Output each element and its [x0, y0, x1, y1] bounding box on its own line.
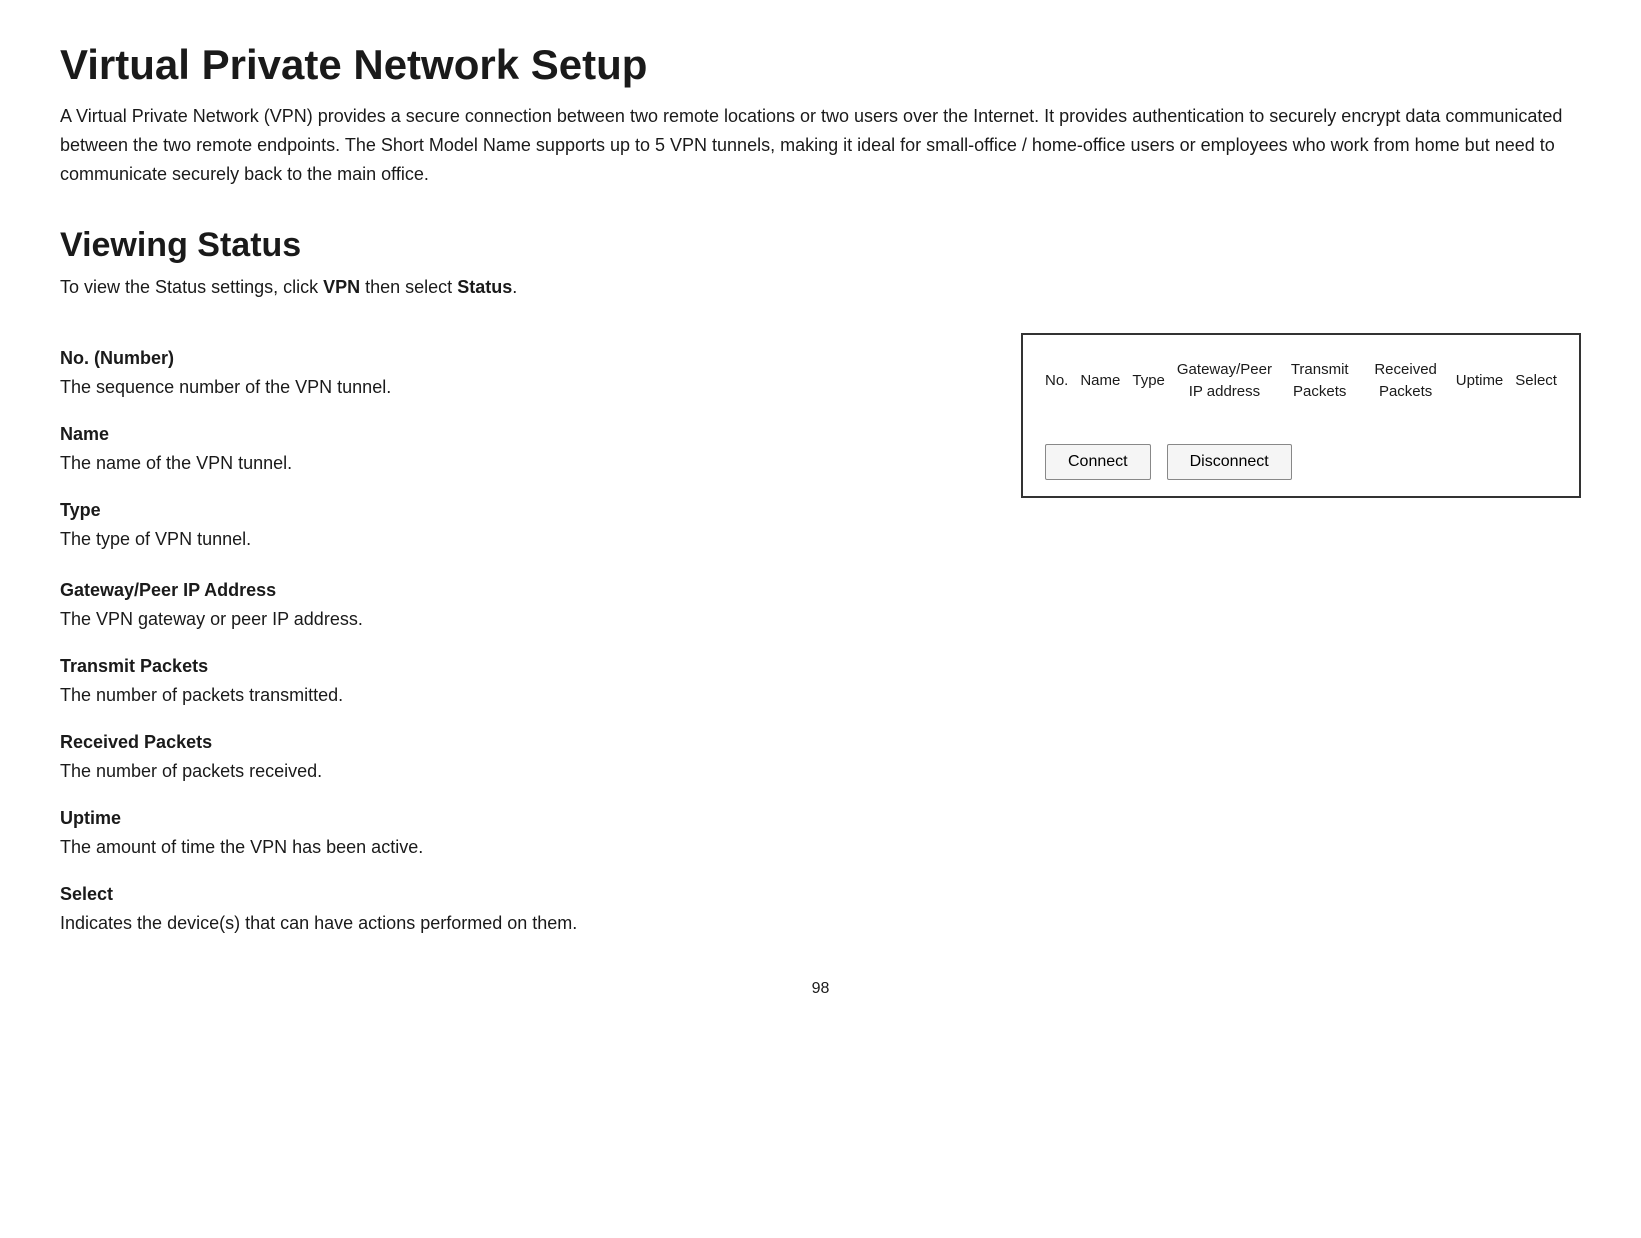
- col-uptime: Uptime: [1450, 351, 1510, 412]
- field-received-desc: The number of packets received.: [60, 758, 1581, 785]
- col-name: Name: [1074, 351, 1126, 412]
- intro-suffix-text: .: [512, 277, 517, 297]
- left-content: No. (Number) The sequence number of the …: [60, 325, 981, 557]
- table-empty-row: [1039, 412, 1563, 432]
- field-received-title: Received Packets: [60, 729, 1581, 756]
- vpn-bold: VPN: [323, 277, 360, 297]
- field-uptime-desc: The amount of time the VPN has been acti…: [60, 834, 1581, 861]
- field-select-title: Select: [60, 881, 1581, 908]
- intro-middle-text: then select: [360, 277, 457, 297]
- table-header-row: No. Name Type Gateway/PeerIP address Tra…: [1039, 351, 1563, 412]
- table-buttons-row: Connect Disconnect: [1039, 444, 1563, 480]
- remaining-fields: Gateway/Peer IP Address The VPN gateway …: [60, 577, 1581, 937]
- status-bold: Status: [457, 277, 512, 297]
- col-received: Received Packets: [1361, 351, 1449, 412]
- right-table-section: No. Name Type Gateway/PeerIP address Tra…: [1021, 325, 1581, 498]
- field-select-desc: Indicates the device(s) that can have ac…: [60, 910, 1581, 937]
- field-gateway-peer-title: Gateway/Peer IP Address: [60, 577, 1581, 604]
- intro-prefix-text: To view the Status settings, click: [60, 277, 323, 297]
- col-select: Select: [1509, 351, 1563, 412]
- disconnect-button[interactable]: Disconnect: [1167, 444, 1292, 480]
- viewing-status-intro: To view the Status settings, click VPN t…: [60, 274, 1581, 301]
- field-no-number-desc: The sequence number of the VPN tunnel.: [60, 374, 981, 401]
- field-type: Type The type of VPN tunnel.: [60, 497, 981, 553]
- connect-button[interactable]: Connect: [1045, 444, 1151, 480]
- col-type: Type: [1126, 351, 1171, 412]
- field-type-title: Type: [60, 497, 981, 524]
- field-transmit-title: Transmit Packets: [60, 653, 1581, 680]
- vpn-table-container: No. Name Type Gateway/PeerIP address Tra…: [1021, 333, 1581, 498]
- field-no-number-title: No. (Number): [60, 345, 981, 372]
- intro-paragraph: A Virtual Private Network (VPN) provides…: [60, 102, 1581, 188]
- field-type-desc: The type of VPN tunnel.: [60, 526, 981, 553]
- two-column-layout: No. (Number) The sequence number of the …: [60, 325, 1581, 557]
- col-no: No.: [1039, 351, 1074, 412]
- page-title: Virtual Private Network Setup: [60, 40, 1581, 90]
- col-gateway: Gateway/PeerIP address: [1171, 351, 1278, 412]
- field-select: Select Indicates the device(s) that can …: [60, 881, 1581, 937]
- col-transmit: Transmit Packets: [1278, 351, 1362, 412]
- field-transmit-desc: The number of packets transmitted.: [60, 682, 1581, 709]
- field-name-desc: The name of the VPN tunnel.: [60, 450, 981, 477]
- field-name: Name The name of the VPN tunnel.: [60, 421, 981, 477]
- vpn-status-table: No. Name Type Gateway/PeerIP address Tra…: [1039, 351, 1563, 432]
- field-gateway-peer-desc: The VPN gateway or peer IP address.: [60, 606, 1581, 633]
- field-no-number: No. (Number) The sequence number of the …: [60, 345, 981, 401]
- field-uptime: Uptime The amount of time the VPN has be…: [60, 805, 1581, 861]
- page-number: 98: [60, 977, 1581, 1001]
- field-uptime-title: Uptime: [60, 805, 1581, 832]
- field-gateway-peer: Gateway/Peer IP Address The VPN gateway …: [60, 577, 1581, 633]
- field-received-packets: Received Packets The number of packets r…: [60, 729, 1581, 785]
- field-name-title: Name: [60, 421, 981, 448]
- field-transmit-packets: Transmit Packets The number of packets t…: [60, 653, 1581, 709]
- viewing-status-title: Viewing Status: [60, 225, 1581, 266]
